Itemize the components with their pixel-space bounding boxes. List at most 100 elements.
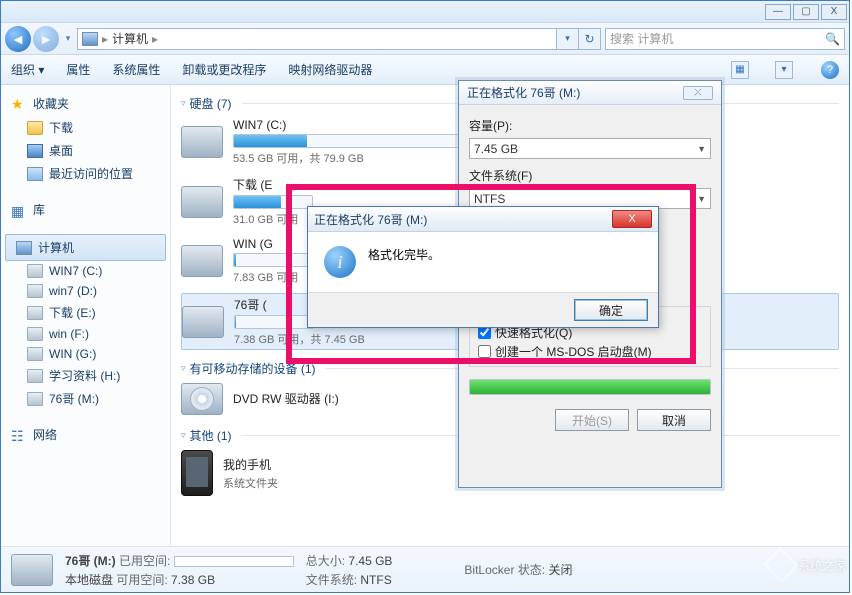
drive-icon [27, 347, 43, 361]
system-properties-button[interactable]: 系统属性 [112, 61, 160, 78]
cancel-button[interactable]: 取消 [637, 409, 711, 431]
sidebar-desktop[interactable]: 桌面 [1, 139, 170, 162]
uninstall-button[interactable]: 卸载或更改程序 [182, 61, 266, 78]
close-button[interactable]: X [821, 4, 847, 20]
properties-button[interactable]: 属性 [66, 61, 90, 78]
search-input[interactable]: 搜索 计算机 🔍 [605, 28, 845, 50]
fs-value: NTFS [360, 573, 391, 587]
capacity-select[interactable]: 7.45 GB▼ [469, 138, 711, 159]
folder-icon [27, 121, 43, 135]
sidebar-drive[interactable]: win7 (D:) [1, 281, 170, 301]
drive-icon [182, 306, 224, 338]
start-button[interactable]: 开始(S) [555, 409, 629, 431]
computer-icon [82, 32, 98, 46]
phone-icon [181, 450, 213, 496]
watermark-text: 系统之家 [798, 557, 846, 574]
library-icon: ▦ [11, 203, 27, 217]
sidebar-label: 桌面 [49, 142, 73, 159]
refresh-button[interactable]: ↻ [579, 28, 601, 50]
avail-value: 7.38 GB [171, 573, 215, 587]
filesystem-label: 文件系统(F) [469, 167, 711, 184]
breadcrumb-sep: ▸ [102, 32, 108, 46]
message-box: 正在格式化 76哥 (M:) X i 格式化完毕。 确定 [307, 206, 659, 328]
usage-bar [234, 315, 314, 329]
drive-icon [27, 369, 43, 383]
group-title: 有可移动存储的设备 (1) [190, 360, 316, 377]
computer-icon [16, 241, 32, 255]
drive-icon [181, 245, 223, 277]
bitlocker-label: BitLocker 状态: [464, 563, 545, 577]
chevron-down-icon: ▿ [181, 98, 186, 109]
sidebar-network[interactable]: ☷网络 [1, 422, 170, 447]
sidebar-computer[interactable]: 计算机 [5, 234, 166, 261]
sidebar-label: 最近访问的位置 [49, 165, 133, 182]
chevron-down-icon: ▿ [181, 363, 186, 374]
usage-bar [233, 253, 313, 267]
sidebar-label: 下载 (E:) [49, 304, 96, 321]
usage-bar [233, 134, 463, 148]
ok-button[interactable]: 确定 [574, 299, 648, 321]
star-icon: ★ [11, 97, 27, 111]
drive-icon [27, 264, 43, 278]
fs-label: 文件系统: [306, 573, 357, 587]
sidebar-recent[interactable]: 最近访问的位置 [1, 162, 170, 185]
forward-button[interactable]: ► [33, 26, 59, 52]
message-title: 正在格式化 76哥 (M:) [314, 211, 427, 228]
total-value: 7.45 GB [348, 554, 392, 568]
maximize-button[interactable]: ▢ [793, 4, 819, 20]
group-title: 硬盘 (7) [190, 95, 232, 112]
desktop-icon [27, 144, 43, 158]
sidebar-label: 库 [33, 201, 45, 218]
breadcrumb-computer[interactable]: 计算机 [112, 30, 148, 47]
sidebar-drive[interactable]: 下载 (E:) [1, 301, 170, 324]
watermark: 系统之家 [768, 553, 846, 577]
status-type: 本地磁盘 [65, 573, 113, 587]
dvd-icon [181, 383, 223, 415]
sidebar-drive[interactable]: WIN7 (C:) [1, 261, 170, 281]
sidebar-label: 76哥 (M:) [49, 390, 99, 407]
minimize-button[interactable]: — [765, 4, 791, 20]
drive-icon [11, 554, 53, 586]
search-icon: 🔍 [825, 32, 840, 46]
sidebar-drive[interactable]: 76哥 (M:) [1, 387, 170, 410]
recent-icon [27, 167, 43, 181]
message-titlebar: 正在格式化 76哥 (M:) X [308, 207, 658, 232]
used-label: 已用空间: [119, 554, 170, 568]
chevron-down-icon: ▿ [181, 430, 186, 441]
address-bar[interactable]: ▸ 计算机 ▸ [77, 28, 557, 50]
capacity-label: 容量(P): [469, 117, 711, 134]
refresh-dropdown[interactable]: ▾ [557, 28, 579, 50]
message-close-button[interactable]: X [612, 210, 652, 228]
drive-icon [181, 186, 223, 218]
history-dropdown[interactable]: ▾ [61, 26, 75, 52]
sidebar-downloads[interactable]: 下载 [1, 116, 170, 139]
sidebar-favorites[interactable]: ★ 收藏夹 [1, 91, 170, 116]
msdos-checkbox[interactable]: 创建一个 MS-DOS 启动盘(M) [478, 343, 702, 360]
status-name: 76哥 (M:) [65, 554, 116, 568]
checkbox[interactable] [478, 345, 491, 358]
drive-icon [27, 306, 43, 320]
organize-menu[interactable]: 组织 ▾ [11, 61, 44, 78]
format-close-button[interactable]: ⤬ [683, 86, 713, 100]
chevron-down-icon: ▼ [697, 144, 706, 154]
back-button[interactable]: ◄ [5, 26, 31, 52]
total-label: 总大小: [306, 554, 345, 568]
filesystem-value: NTFS [474, 192, 505, 206]
status-bar: 76哥 (M:) 已用空间: 本地磁盘 可用空间: 7.38 GB 总大小: 7… [1, 546, 849, 592]
titlebar: — ▢ X [1, 1, 849, 23]
drive-icon [27, 284, 43, 298]
bitlocker-value: 关闭 [548, 563, 572, 577]
sidebar-label: 下载 [49, 119, 73, 136]
sidebar-drive[interactable]: WIN (G:) [1, 344, 170, 364]
view-dropdown[interactable]: ▾ [775, 61, 793, 79]
sidebar-libraries[interactable]: ▦库 [1, 197, 170, 222]
message-text: 格式化完毕。 [368, 246, 440, 263]
map-network-button[interactable]: 映射网络驱动器 [288, 61, 372, 78]
sidebar-label: 收藏夹 [33, 95, 69, 112]
sidebar-label: WIN7 (C:) [49, 264, 102, 278]
sidebar-drive[interactable]: win (F:) [1, 324, 170, 344]
sidebar-drive[interactable]: 学习资料 (H:) [1, 364, 170, 387]
help-icon[interactable]: ? [821, 61, 839, 79]
view-button[interactable]: ▦ [731, 61, 749, 79]
checkbox-label: 创建一个 MS-DOS 启动盘(M) [495, 343, 652, 360]
